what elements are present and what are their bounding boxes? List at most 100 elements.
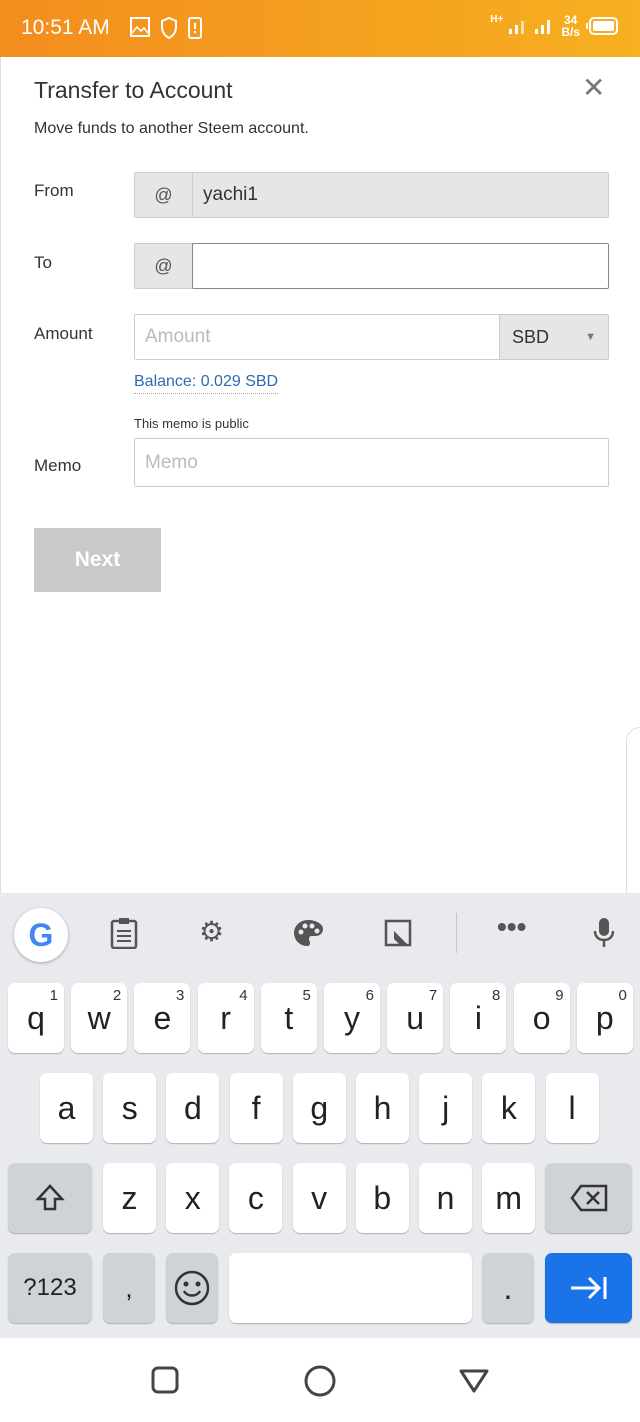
backspace-key[interactable] — [545, 1163, 632, 1233]
microphone-icon[interactable] — [592, 917, 616, 949]
memo-label: Memo — [34, 456, 82, 475]
tab-arrow-icon — [570, 1276, 606, 1300]
key-letter: y — [344, 999, 360, 1036]
key-g[interactable]: g — [292, 1073, 346, 1143]
key-a[interactable]: a — [40, 1073, 93, 1143]
clipboard-icon[interactable] — [110, 917, 138, 949]
enter-key[interactable] — [545, 1253, 632, 1323]
memo-field — [134, 438, 609, 487]
key-number-hint: 5 — [302, 987, 311, 1004]
emoji-icon — [174, 1270, 210, 1306]
navigation-bar — [0, 1338, 640, 1422]
key-t[interactable]: t5 — [260, 983, 317, 1053]
amount-field: SBD ▼ — [134, 314, 609, 360]
gear-icon[interactable]: ⚙ — [199, 915, 224, 948]
key-c[interactable]: c — [229, 1163, 283, 1233]
battery-icon — [586, 17, 618, 35]
signal-icon — [535, 20, 551, 34]
key-letter: e — [153, 999, 172, 1036]
at-prefix: @ — [135, 244, 193, 288]
key-o[interactable]: o9 — [513, 983, 570, 1053]
comma-key[interactable]: , — [103, 1253, 155, 1323]
from-label: From — [34, 181, 74, 200]
key-e[interactable]: e3 — [134, 983, 191, 1053]
to-label: To — [34, 253, 52, 272]
key-b[interactable]: b — [355, 1163, 409, 1233]
key-letter: t — [284, 999, 294, 1036]
chevron-down-icon: ▼ — [585, 331, 596, 343]
key-k[interactable]: k — [482, 1073, 536, 1143]
more-icon[interactable]: ••• — [497, 911, 526, 943]
currency-select[interactable]: SBD ▼ — [499, 315, 608, 359]
key-i[interactable]: i8 — [450, 983, 507, 1053]
backspace-icon — [569, 1184, 607, 1212]
at-prefix: @ — [135, 173, 193, 217]
key-row-3: zxcvbnm — [0, 1163, 640, 1233]
key-letter: q — [27, 999, 45, 1036]
key-row-2: asdfghjkl — [0, 1073, 640, 1143]
emoji-key[interactable] — [166, 1253, 218, 1323]
key-number-hint: 4 — [239, 987, 248, 1004]
key-s[interactable]: s — [103, 1073, 157, 1143]
shield-icon — [161, 17, 177, 39]
screenshot-icon[interactable] — [384, 919, 414, 949]
home-icon[interactable] — [303, 1364, 337, 1403]
key-y[interactable]: y6 — [324, 983, 380, 1053]
key-j[interactable]: j — [419, 1073, 473, 1143]
recents-icon[interactable] — [151, 1366, 179, 1399]
key-number-hint: 9 — [555, 987, 564, 1004]
shift-key[interactable] — [8, 1163, 92, 1233]
image-icon — [130, 17, 150, 37]
signal-icon — [509, 21, 525, 34]
period-key[interactable]: . — [482, 1253, 534, 1323]
memo-hint: This memo is public — [134, 416, 249, 431]
to-input[interactable] — [192, 243, 609, 289]
key-w[interactable]: w2 — [71, 983, 128, 1053]
next-button[interactable]: Next — [34, 528, 161, 592]
key-r[interactable]: r4 — [197, 983, 254, 1053]
currency-value: SBD — [512, 326, 550, 347]
back-icon[interactable] — [458, 1368, 490, 1399]
key-row-4: ?123 , . — [0, 1253, 640, 1323]
key-f[interactable]: f — [229, 1073, 283, 1143]
dialog-title: Transfer to Account — [34, 77, 233, 103]
symbols-key[interactable]: ?123 — [8, 1253, 92, 1323]
key-v[interactable]: v — [292, 1163, 346, 1233]
key-x[interactable]: x — [166, 1163, 220, 1233]
key-l[interactable]: l — [545, 1073, 599, 1143]
key-m[interactable]: m — [482, 1163, 536, 1233]
network-speed: 34 B/s — [561, 14, 580, 38]
palette-icon[interactable] — [292, 918, 324, 948]
key-letter: u — [406, 999, 425, 1036]
key-z[interactable]: z — [103, 1163, 156, 1233]
phone-alert-icon — [188, 17, 202, 39]
balance-link[interactable]: Balance: 0.029 SBD — [134, 373, 279, 394]
key-number-hint: 7 — [428, 987, 438, 1004]
status-bar: 10:51 AM H+ 34 B/s — [0, 0, 640, 57]
network-type: H+ — [490, 13, 504, 25]
memo-input[interactable] — [135, 439, 608, 486]
from-field: @ yachi1 — [134, 172, 609, 218]
key-letter: o — [532, 999, 551, 1036]
key-letter: w — [87, 999, 111, 1036]
keyboard-toolbar: G ⚙ ••• — [0, 893, 640, 975]
status-time: 10:51 AM — [21, 16, 110, 39]
amount-input[interactable] — [135, 315, 499, 359]
close-icon[interactable]: ✕ — [582, 71, 605, 104]
key-u[interactable]: u7 — [387, 983, 444, 1053]
key-p[interactable]: p0 — [576, 983, 633, 1053]
key-number-hint: 0 — [618, 987, 627, 1004]
key-h[interactable]: h — [356, 1073, 409, 1143]
google-icon[interactable]: G — [14, 908, 68, 962]
key-number-hint: 1 — [49, 987, 58, 1004]
key-n[interactable]: n — [419, 1163, 472, 1233]
key-q[interactable]: q1 — [8, 983, 64, 1053]
key-letter: i — [474, 999, 482, 1036]
key-d[interactable]: d — [166, 1073, 220, 1143]
shift-icon — [35, 1184, 65, 1211]
toolbar-divider — [456, 913, 457, 953]
edge-handle[interactable] — [626, 727, 640, 917]
space-key[interactable] — [229, 1253, 472, 1323]
transfer-dialog: Transfer to Account ✕ Move funds to anot… — [0, 57, 640, 917]
key-letter: r — [220, 999, 231, 1036]
